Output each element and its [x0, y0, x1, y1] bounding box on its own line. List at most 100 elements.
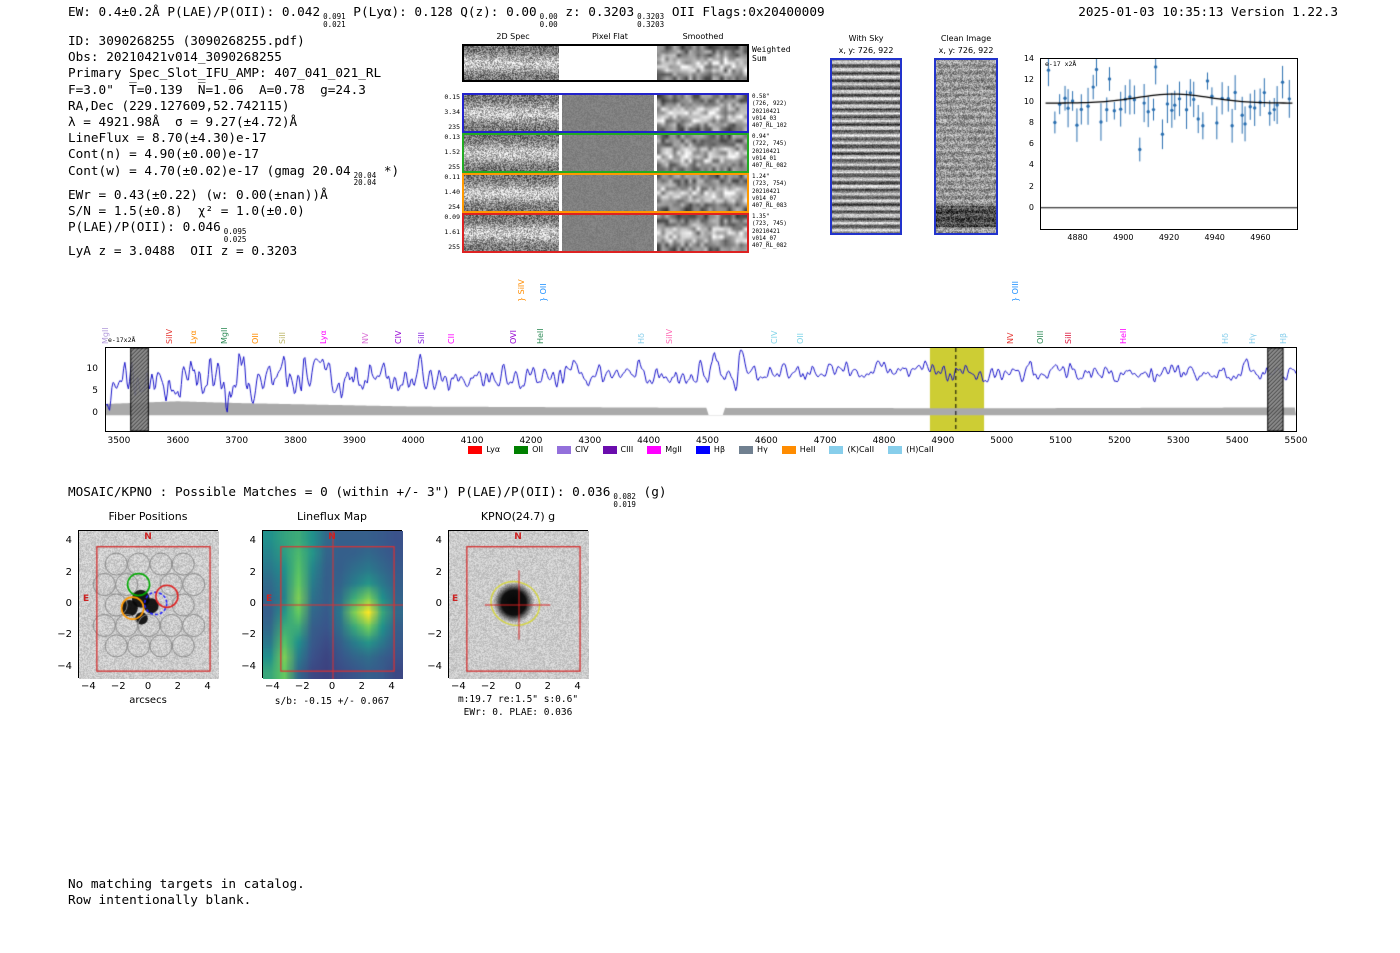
- spec2d-image: [464, 46, 559, 80]
- stacked-limits: 20.04 20.04: [354, 172, 377, 187]
- pixelflat-image: [562, 175, 654, 211]
- panel-y-tick-label: 2: [65, 566, 72, 578]
- cutout-cell-pixelflat: [562, 175, 654, 211]
- fit-y-tick-label: 10: [1023, 96, 1034, 106]
- line-label: Hγ: [1247, 333, 1257, 344]
- spectrum-y-tick-label: 0: [92, 407, 98, 418]
- info-line: P(LAE)/P(OII): 0.046 0.095 0.025: [68, 219, 399, 243]
- smoothed-image: [657, 135, 747, 171]
- line-label: } OIII: [1011, 280, 1021, 302]
- cutout-row: [462, 213, 749, 253]
- text-segment: S/N = 1.5(±0.8) χ² = 1.0(±0.0): [68, 202, 305, 218]
- fit-y-tick-label: 8: [1028, 117, 1034, 127]
- clean-image: [936, 60, 996, 233]
- cutout-cell-smoothed: [657, 135, 747, 171]
- annotation-line: 407_RL_102: [752, 123, 787, 130]
- lower-limit: 0.019: [613, 499, 636, 509]
- spec2d-image: [464, 95, 559, 131]
- clean-image-frame: [934, 58, 998, 235]
- lower-limit: 0.025: [223, 234, 247, 244]
- hetdex-detection-report: EW: 0.4±0.2Å P(LAE)/P(OII): 0.042 0.091 0.…: [0, 0, 1400, 953]
- line-label: Lyα: [319, 330, 329, 344]
- mosaic-heading: MOSAIC/KPNO : Possible Matches = 0 (with…: [68, 484, 666, 508]
- legend-item: CIII: [602, 445, 633, 454]
- info-line: F=3.0" T̅=0.139 N̅=1.06 A=0.78 g=24.3: [68, 82, 399, 98]
- withsky-image: [832, 60, 900, 233]
- cutout-row-annotations: 1.35" (723, 745) 20210421 v014_07 407_RL_082: [752, 214, 812, 250]
- info-line: Cont(n) = 4.90(±0.00)e-17: [68, 146, 399, 162]
- cutout-row-annotations: 1.24" (723, 754) 20210421 v014_07 407_RL_083: [752, 174, 812, 210]
- spec2d-image: [464, 135, 559, 171]
- fit-x-tick-label: 4880: [1067, 233, 1088, 242]
- panel-y-tick-label: 2: [249, 566, 256, 578]
- cutout-cell-spec2d: [464, 95, 559, 131]
- cutout-row: [462, 173, 749, 213]
- cutout-row-annotations: 0.58" (726, 922) 20210421 v014_03 407_RL_102: [752, 94, 812, 130]
- fit-x-tick-label: 4900: [1113, 233, 1134, 242]
- fit-x-tick-label: 4940: [1204, 233, 1225, 242]
- line-label: Hβ: [1278, 332, 1288, 344]
- legend-swatch: [829, 445, 844, 454]
- cutout-cell-smoothed: [657, 215, 747, 251]
- kpno-title: KPNO(24.7) g: [480, 510, 556, 523]
- info-line: EWr = 0.43(±0.22) (w: 0.00(±nan))Å: [68, 187, 399, 203]
- lineflux-compass-n: N: [328, 532, 336, 542]
- line-label: SiII: [417, 331, 427, 344]
- spectrum-canvas: [106, 348, 1296, 431]
- legend-item: Lyα: [468, 445, 500, 454]
- line-label: OII: [796, 332, 806, 344]
- smoothed-image: [657, 95, 747, 131]
- scale-value: 0.09: [444, 213, 460, 221]
- annotation-line: 1.35": [752, 214, 770, 220]
- cutout-cell-smoothed: [657, 46, 747, 80]
- line-label: OIII: [1036, 330, 1046, 344]
- panel-x-tick-label: 0: [514, 681, 522, 692]
- fit-y-tick-label: 4: [1028, 160, 1034, 170]
- info-line: S/N = 1.5(±0.8) χ² = 1.0(±0.0): [68, 203, 399, 219]
- summary-header: EW: 0.4±0.2Å P(LAE)/P(OII): 0.042 0.091 0.…: [68, 4, 825, 28]
- legend-label: (K)CaII: [847, 445, 875, 454]
- text-segment: ID: 3090268255 (3090268255.pdf): [68, 33, 305, 48]
- panel-y-tick-label: −4: [427, 660, 442, 672]
- text-segment: P(Lyα): 0.128 Q(z): 0.00: [345, 4, 537, 19]
- panel-x-tick-label: 2: [358, 681, 365, 692]
- text-segment: *): [376, 162, 400, 178]
- legend-label: OII: [532, 445, 544, 454]
- cutout-row: [462, 44, 749, 82]
- spectrum-y-tick-label: 5: [92, 385, 98, 396]
- withsky-image-frame: [830, 58, 902, 235]
- legend-item: MgII: [647, 445, 682, 454]
- legend-item: Hβ: [695, 445, 725, 454]
- legend-swatch: [781, 445, 796, 454]
- panel-y-tick-label: −2: [427, 629, 442, 641]
- kpno-image: [449, 531, 589, 679]
- line-label: MgII: [220, 327, 230, 344]
- panel-y-tick-label: 4: [435, 535, 442, 547]
- text-segment: RA,Dec (229.127609,52.742115): [68, 97, 290, 113]
- legend-swatch: [468, 445, 483, 454]
- legend-item: (H)CaII: [888, 445, 934, 454]
- stacked-limits: 0.3203 0.3203: [637, 13, 664, 28]
- legend-item: CIV: [557, 445, 589, 454]
- cutout-cell-spec2d: [464, 215, 559, 251]
- line-label: OVI: [509, 330, 519, 344]
- legend-swatch: [557, 445, 572, 454]
- lower-limit: 0.021: [323, 19, 346, 29]
- legend-swatch: [647, 445, 662, 454]
- panel-x-tick-label: 4: [388, 681, 395, 692]
- lineflux-caption: s/b: -0.15 +/- 0.067: [274, 696, 390, 707]
- col-header-2dspec: 2D Spec: [496, 32, 530, 41]
- smoothed-image: [657, 215, 747, 251]
- line-label: CIV: [394, 330, 404, 344]
- line-label: } OII: [538, 283, 548, 302]
- panel-y-tick-label: −2: [241, 629, 256, 641]
- legend-item: Hγ: [739, 445, 768, 454]
- line-label: Hδ: [1221, 333, 1231, 344]
- lineflux-map-frame: [262, 530, 403, 679]
- cutout-cell-spec2d: [464, 46, 559, 80]
- stacked-limits: 0.082 0.019: [613, 493, 636, 508]
- scale-value: 0.11: [444, 173, 460, 181]
- panel-x-tick-label: 0: [328, 681, 336, 692]
- kpno-frame: [448, 530, 589, 679]
- scale-value: 235: [448, 123, 460, 131]
